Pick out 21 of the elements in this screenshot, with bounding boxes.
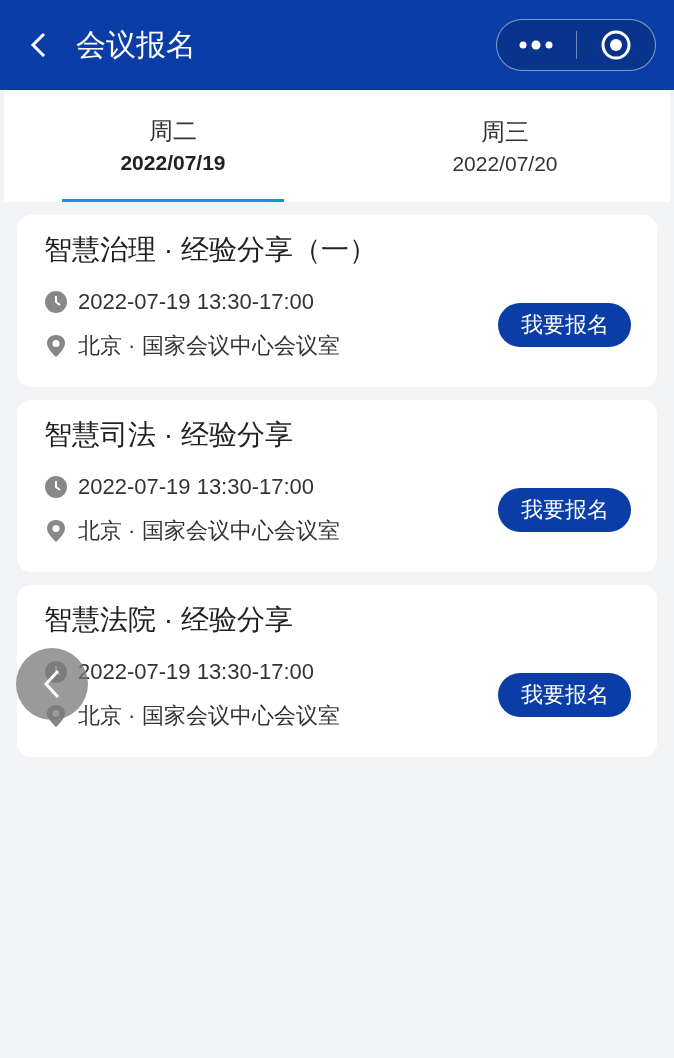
date-tab[interactable]: 周二 2022/07/19 [62,90,284,202]
clock-icon [44,475,68,499]
register-button[interactable]: 我要报名 [498,303,631,347]
meeting-title: 智慧治理 · 经验分享（一） [44,233,378,267]
page-title: 会议报名 [76,26,197,63]
meeting-location: 北京 · 国家会议中心会议室 [78,702,340,730]
meeting-location: 北京 · 国家会议中心会议室 [78,332,340,360]
register-button[interactable]: 我要报名 [498,488,631,532]
clock-icon [44,290,68,314]
meeting-time: 2022-07-19 13:30-17:00 [78,289,315,315]
meeting-title: 智慧法院 · 经验分享 [44,603,294,637]
meeting-time: 2022-07-19 13:30-17:00 [78,659,315,685]
meeting-location: 北京 · 国家会议中心会议室 [78,517,340,545]
more-icon [518,40,555,50]
target-icon [599,29,632,61]
location-pin-icon [44,334,68,358]
date-tab[interactable]: 周三 2022/07/20 [340,90,670,202]
meeting-title: 智慧司法 · 经验分享 [44,418,294,452]
meeting-time: 2022-07-19 13:30-17:00 [78,474,315,500]
location-pin-icon [44,519,68,543]
register-button[interactable]: 我要报名 [498,673,631,717]
